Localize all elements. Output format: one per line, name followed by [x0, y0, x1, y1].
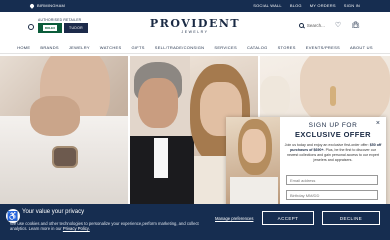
header-actions: Search... ♡ 👜︎ [298, 22, 360, 29]
link-blog[interactable]: BLOG [290, 3, 302, 8]
cookie-consent-bar: ♿ Your value your privacy We use cookies… [0, 204, 390, 240]
link-social-wall[interactable]: SOCIAL WALL [253, 3, 282, 8]
search-icon [298, 23, 304, 28]
nav-watches[interactable]: WATCHES [100, 42, 122, 53]
hero-image-watch-man [0, 56, 128, 206]
heart-icon[interactable]: ♡ [335, 22, 341, 29]
utility-links: SOCIAL WALL BLOG MY ORDERS SIGN IN [253, 3, 360, 8]
top-utility-bar: BIRMINGHAM SOCIAL WALL BLOG MY ORDERS SI… [0, 0, 390, 12]
offer-description: Join us today and enjoy an exclusive fir… [284, 143, 382, 162]
nav-about-us[interactable]: ABOUT US [350, 42, 373, 53]
search-input[interactable]: Search... [298, 23, 325, 28]
nav-brands[interactable]: BRANDS [40, 42, 58, 53]
nav-sell-trade-consign[interactable]: SELL/TRADE/CONSIGN [155, 42, 205, 53]
birthday-field[interactable]: Birthday MM/DD [286, 190, 378, 200]
nav-services[interactable]: SERVICES [214, 42, 237, 53]
offer-title-line1: SIGN UP FOR [308, 122, 358, 129]
link-sign-in[interactable]: SIGN IN [344, 3, 360, 8]
store-location[interactable]: BIRMINGHAM [29, 3, 65, 9]
nav-gifts[interactable]: GIFTS [131, 42, 144, 53]
cookie-title: Your value your privacy [22, 209, 85, 215]
store-location-label: BIRMINGHAM [37, 3, 65, 8]
privacy-policy-link[interactable]: Privacy Policy. [63, 226, 90, 231]
nav-stores[interactable]: STORES [278, 42, 296, 53]
logo-sub: JEWELRY [181, 30, 209, 34]
bag-icon[interactable]: 👜︎ [351, 22, 360, 29]
nav-jewelry[interactable]: JEWELRY [69, 42, 90, 53]
site-header: AUTHORISED RETAILER ROLEX TUDOR PROVIDEN… [0, 12, 390, 42]
cookie-message: We use cookies and other technologies to… [10, 221, 199, 232]
accept-button[interactable]: ACCEPT [262, 211, 314, 225]
nav-events-press[interactable]: EVENTS/PRESS [306, 42, 340, 53]
email-field[interactable]: Email address [286, 175, 378, 185]
manage-preferences-link[interactable]: Manage preferences [215, 216, 253, 221]
link-my-orders[interactable]: MY ORDERS [310, 3, 336, 8]
main-nav: HOME BRANDS JEWELRY WATCHES GIFTS SELL/T… [0, 42, 390, 54]
search-placeholder: Search... [306, 23, 325, 28]
offer-title-line2: EXCLUSIVE OFFER [294, 130, 371, 139]
nav-catalog[interactable]: CATALOG [247, 42, 268, 53]
nav-home[interactable]: HOME [17, 42, 30, 53]
decline-button[interactable]: DECLINE [322, 211, 380, 225]
location-pin-icon [29, 3, 35, 9]
